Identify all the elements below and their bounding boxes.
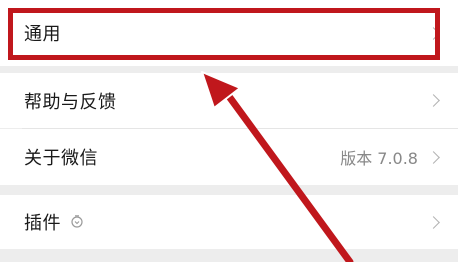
chevron-right-icon: [427, 215, 440, 229]
version-value: 版本 7.0.8: [340, 149, 418, 168]
plugin-bulb-icon: [71, 215, 83, 228]
chevron-right-icon: [427, 150, 440, 164]
settings-item-label: 插件: [24, 213, 61, 234]
settings-item-label: 关于微信: [24, 148, 98, 169]
chevron-right-icon: [427, 26, 440, 40]
settings-item-about-wechat[interactable]: 关于微信 版本 7.0.8: [0, 129, 458, 185]
settings-item-plugins[interactable]: 插件: [0, 195, 458, 249]
settings-item-help-feedback[interactable]: 帮助与反馈: [0, 73, 458, 128]
settings-item-label: 帮助与反馈: [24, 91, 117, 113]
settings-item-general[interactable]: 通用: [0, 0, 458, 66]
chevron-right-icon: [427, 94, 440, 107]
settings-item-label: 通用: [24, 24, 61, 45]
settings-screen: 通用 帮助与反馈 关于微信 版本 7.0.8 插件: [0, 0, 458, 262]
